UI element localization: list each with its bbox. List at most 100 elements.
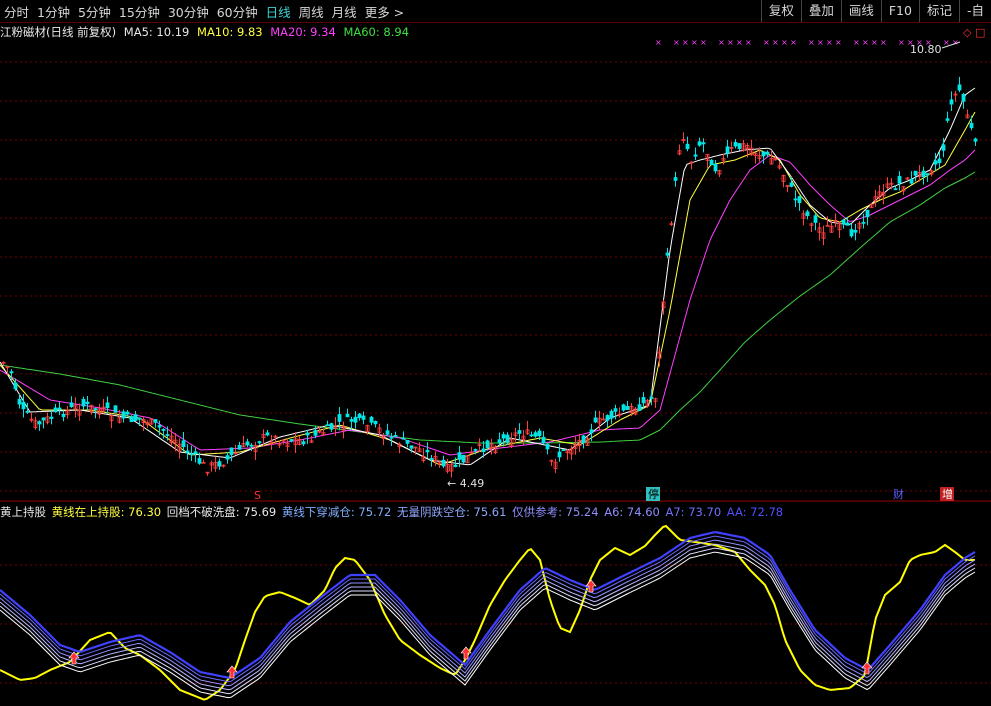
candle-body [185, 450, 190, 453]
signal-x-mark: × [808, 38, 815, 47]
candle-body [225, 455, 230, 460]
signal-x-mark: × [682, 38, 689, 47]
candle-body [673, 177, 678, 181]
candle-body [841, 219, 846, 225]
candle-body [245, 441, 250, 446]
candle-body [373, 421, 378, 425]
candle-body [345, 413, 350, 418]
candle-body [637, 404, 642, 411]
ref-value: 仅供参考: 75.24 [512, 505, 599, 519]
candle-body [921, 170, 926, 178]
candle-body [933, 160, 938, 165]
yellow-hold-value: 黄线在上持股: 76.30 [51, 505, 162, 519]
candle-body [497, 439, 502, 443]
candle-body [505, 434, 510, 443]
buy-arrow-icon [861, 661, 873, 675]
signal-x-mark: × [718, 38, 725, 47]
candle-body [69, 402, 74, 408]
candle-body [609, 410, 614, 419]
candle-body [57, 407, 62, 410]
candle-body [61, 413, 66, 418]
candle-body [581, 435, 586, 444]
main-chart-header: 江粉磁材(日线 前复权) MA5: 10.19 MA10: 9.83 MA20:… [0, 24, 413, 40]
candle-body [709, 159, 714, 166]
candle-body [961, 93, 966, 102]
candle-body [805, 211, 810, 216]
candle-body [53, 407, 58, 413]
ma60-value: MA60: 8.94 [343, 25, 410, 39]
candle-body [737, 143, 742, 149]
pullback-value: 回档不破洗盘: 75.69 [166, 505, 277, 519]
candle-body [957, 84, 962, 91]
indicator-name: 黄上持股 [0, 505, 46, 519]
candle-body [853, 229, 858, 233]
candle-body [425, 449, 430, 453]
candle-body [37, 421, 42, 425]
signal-x-mark: × [862, 38, 869, 47]
candle-body [85, 401, 90, 405]
candle-body [761, 151, 766, 157]
candle-body [369, 416, 374, 423]
candle-body [529, 434, 534, 437]
indicator-header: 黄上持股 黄线在上持股: 76.30 回档不破洗盘: 75.69 黄线下穿减仓:… [0, 504, 785, 520]
candle-body [621, 404, 626, 411]
candle-body [845, 222, 850, 226]
signal-x-mark: × [781, 38, 788, 47]
candle-body [125, 411, 130, 415]
candle-body [265, 432, 270, 436]
candle-body [393, 435, 398, 437]
signal-x-mark: × [790, 38, 797, 47]
signal-x-mark: × [763, 38, 770, 47]
candle-body [925, 173, 930, 176]
candle-body [813, 215, 818, 223]
candle-body [517, 430, 522, 434]
candle-body [337, 414, 342, 422]
candle-body [21, 402, 26, 410]
candle-body [165, 434, 170, 436]
band-line [0, 531, 976, 679]
candle-body [557, 451, 562, 458]
candle-body [793, 198, 798, 201]
candle-body [897, 175, 902, 184]
candle-body [973, 138, 978, 142]
candle-body [17, 398, 22, 405]
candle-body [9, 371, 14, 374]
candle-body [13, 382, 18, 390]
ma20-value: MA20: 9.34 [270, 25, 336, 39]
candle-body [257, 441, 262, 444]
candle-body [765, 151, 770, 155]
candle-body [105, 402, 110, 409]
signal-x-mark: × [691, 38, 698, 47]
signal-x-mark: × [700, 38, 707, 47]
s-marker: S [254, 489, 261, 502]
signal-x-mark: × [772, 38, 779, 47]
candle-body [945, 118, 950, 121]
candle-body [501, 434, 506, 439]
candle-body [457, 452, 462, 460]
band-line [0, 543, 976, 691]
candle-body [313, 430, 318, 436]
candle-body [401, 437, 406, 440]
candle-body [409, 445, 414, 449]
candle-body [153, 419, 158, 423]
candle-body [937, 158, 942, 164]
candle-body [701, 142, 706, 145]
finance-marker: 财 [893, 487, 904, 501]
candle-body [545, 443, 550, 450]
candle-body [353, 416, 358, 423]
candle-body [913, 170, 918, 176]
signal-x-mark: × [871, 38, 878, 47]
kline-chart[interactable]: × × × × × × × × × × × × × × × × × × × × × × × × × × ×10.80← 4.49S 停… [0, 0, 991, 706]
candle-body [41, 417, 46, 421]
candle-body [189, 453, 194, 456]
candle-body [865, 209, 870, 218]
candle-body [613, 408, 618, 412]
right-edge-marker: ◇ □ [963, 26, 985, 39]
band-line [0, 551, 976, 699]
candle-body [941, 144, 946, 151]
candle-body [301, 441, 306, 445]
candle-body [93, 408, 98, 410]
candle-body [197, 458, 202, 464]
band-line [0, 547, 976, 695]
candle-body [537, 430, 542, 437]
